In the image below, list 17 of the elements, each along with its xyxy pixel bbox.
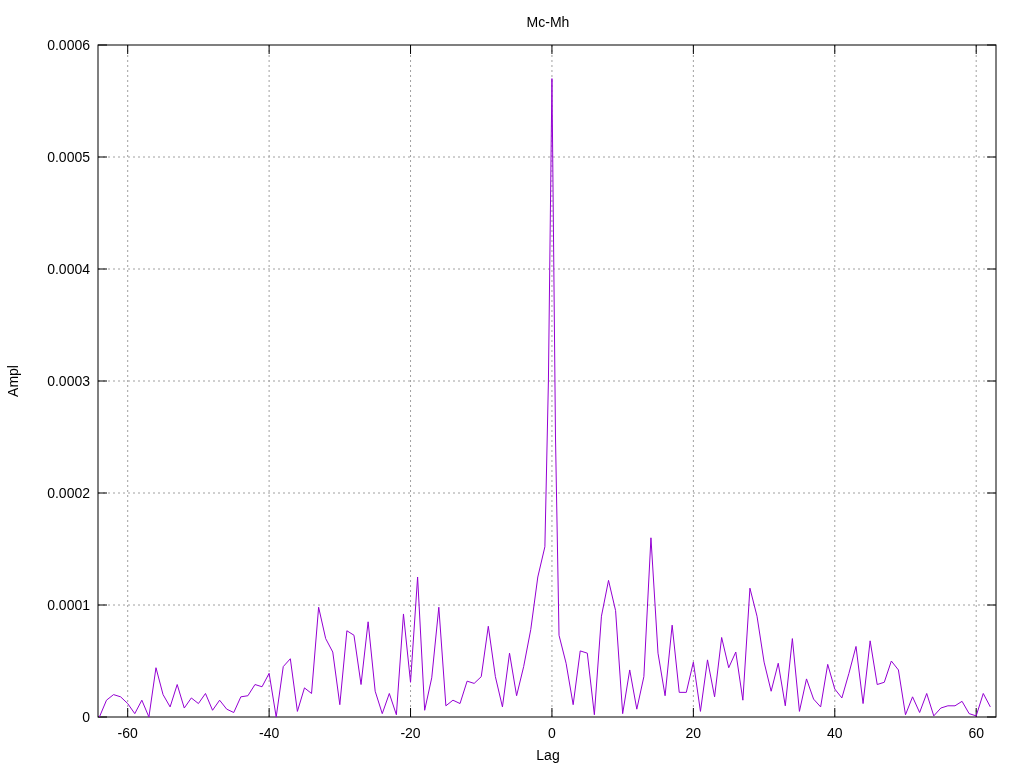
chart-title: Mc-Mh <box>526 14 570 30</box>
tick-label: -60 <box>117 725 138 741</box>
tick-label: 40 <box>827 725 843 741</box>
tick-label: 0.0005 <box>47 149 90 165</box>
tick-label: -20 <box>400 725 421 741</box>
tick-label: 0.0004 <box>47 261 90 277</box>
tick-label: -40 <box>259 725 280 741</box>
tick-label: 20 <box>685 725 702 741</box>
tick-label: 60 <box>968 725 984 741</box>
axis-title: Ampl <box>5 365 21 397</box>
axis-title: Lag <box>536 747 560 763</box>
tick-label: 0.0001 <box>47 597 90 613</box>
tick-label: 0.0002 <box>47 485 90 501</box>
tick-label: 0.0003 <box>47 373 90 389</box>
tick-label: 0.0006 <box>47 37 90 53</box>
tick-label: 0 <box>548 725 556 741</box>
tick-label: 0 <box>82 709 90 725</box>
